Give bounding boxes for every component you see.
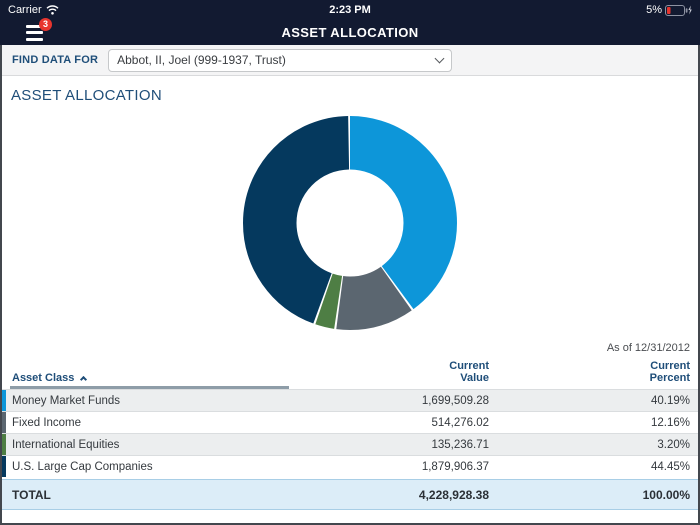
- find-data-bar: FIND DATA FOR Abbot, II, Joel (999-1937,…: [2, 45, 698, 76]
- find-data-for-select[interactable]: Abbot, II, Joel (999-1937, Trust): [108, 49, 452, 72]
- current-percent-header[interactable]: Current Percent: [489, 360, 698, 384]
- navigation-bar: 3 ASSET ALLOCATION: [0, 20, 700, 45]
- clock: 2:23 PM: [0, 4, 700, 16]
- current-value-header[interactable]: Current Value: [239, 360, 489, 384]
- section-title: ASSET ALLOCATION: [11, 87, 698, 104]
- table-row[interactable]: International Equities 135,236.71 3.20%: [2, 433, 698, 455]
- notification-badge: 3: [39, 18, 52, 31]
- content-frame: FIND DATA FOR Abbot, II, Joel (999-1937,…: [0, 45, 700, 525]
- table-row[interactable]: Money Market Funds 1,699,509.28 40.19%: [2, 389, 698, 411]
- menu-button[interactable]: 3: [26, 25, 46, 41]
- total-label: TOTAL: [2, 488, 239, 502]
- page-title: ASSET ALLOCATION: [0, 25, 700, 40]
- battery-icon: [665, 5, 692, 16]
- table-row[interactable]: Fixed Income 514,276.02 12.16%: [2, 411, 698, 433]
- as-of-date: As of 12/31/2012: [2, 342, 698, 359]
- table-row[interactable]: U.S. Large Cap Companies 1,879,906.37 44…: [2, 455, 698, 477]
- asset-allocation-chart-area: [2, 104, 698, 342]
- selected-account: Abbot, II, Joel (999-1937, Trust): [117, 53, 436, 67]
- donut-chart[interactable]: [243, 116, 457, 330]
- find-data-for-label: FIND DATA FOR: [12, 54, 98, 66]
- total-value: 4,228,928.38: [239, 488, 489, 502]
- asset-class-header[interactable]: Asset Class: [2, 372, 239, 384]
- sort-ascending-icon: [80, 376, 87, 383]
- sorted-column-underline: [10, 386, 289, 389]
- table-header: Asset Class Current Value Current Percen…: [2, 359, 698, 389]
- battery-percent-label: 5%: [646, 4, 662, 16]
- app-screen: Carrier 2:23 PM 5% 3 ASSET ALLOCA: [0, 0, 700, 525]
- status-bar: Carrier 2:23 PM 5%: [0, 0, 700, 20]
- chevron-down-icon: [435, 53, 445, 63]
- total-row: TOTAL 4,228,928.38 100.00%: [2, 479, 698, 510]
- total-percent: 100.00%: [489, 488, 698, 502]
